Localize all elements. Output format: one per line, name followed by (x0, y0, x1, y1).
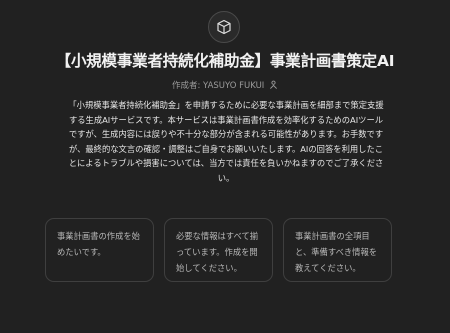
cube-icon (217, 19, 231, 35)
conversation-starter[interactable]: 事業計画書の全項目と、準備すべき情報を教えてください。 (283, 218, 392, 282)
gpt-description: 「小規模事業者持続化補助金」を申請するために必要な事業計画を細部まで策定支援する… (68, 100, 384, 183)
conversation-starter-label: 事業計画書の作成を始めたいです。 (57, 231, 140, 257)
author-name: YASUYO FUKUI (203, 81, 265, 91)
conversation-starter-label: 事業計画書の全項目と、準備すべき情報を教えてください。 (295, 231, 378, 273)
author-prefix: 作成者: (171, 81, 204, 91)
gpt-avatar-cube-icon (208, 11, 240, 43)
conversation-starter-label: 必要な情報はすべて揃っています。作成を開始してください。 (176, 231, 259, 273)
gpt-author: 作成者: YASUYO FUKUI (0, 79, 450, 92)
conversation-starter[interactable]: 事業計画書の作成を始めたいです。 (45, 218, 154, 282)
person-icon (269, 80, 278, 92)
gpt-title: 【小規模事業者持続化補助金】事業計画書策定AI (55, 52, 395, 70)
conversation-starter[interactable]: 必要な情報はすべて揃っています。作成を開始してください。 (164, 218, 273, 282)
